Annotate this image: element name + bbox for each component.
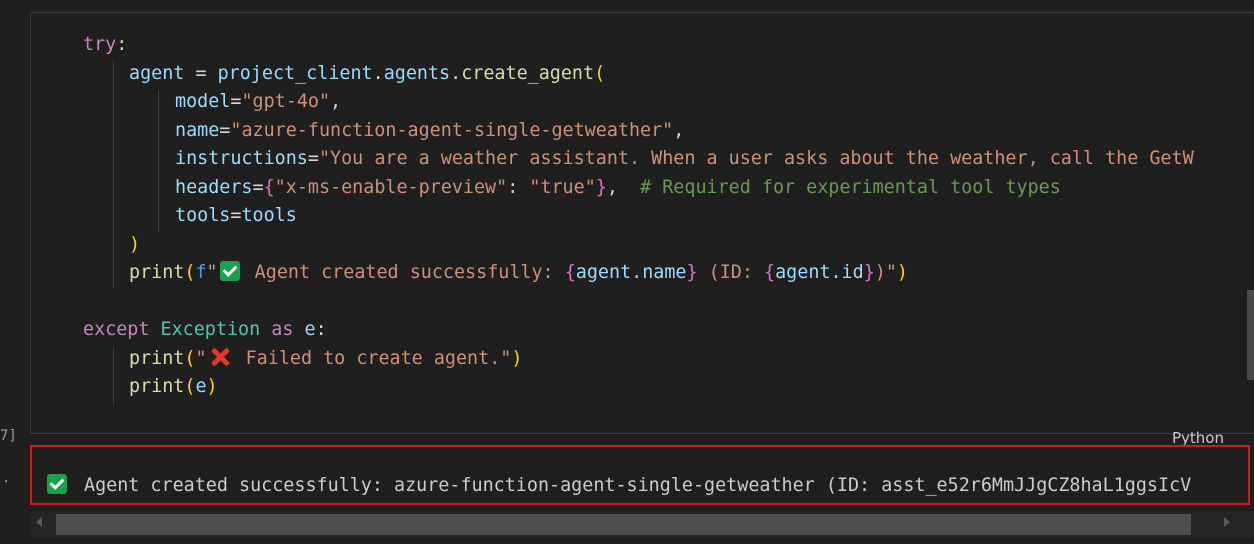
string-literal: "azure-function-agent-single-getweather" (230, 120, 674, 141)
string-literal: "true" (529, 177, 596, 198)
check-mark-icon (219, 261, 240, 281)
bracket: { (263, 177, 275, 198)
variable-name: tools (241, 205, 297, 226)
code-line-2: agent = project_client.agents.create_age… (129, 60, 605, 88)
output-text: Agent created successfully: azure-functi… (84, 475, 1192, 496)
attribute-name: agents (383, 63, 451, 84)
colon: : (116, 34, 128, 55)
code-line-1: try: (83, 31, 127, 59)
code-line-12: print(e) (129, 373, 218, 401)
bracket: ( (594, 63, 606, 84)
string-literal: )" (874, 262, 897, 283)
variable-name: e (195, 376, 207, 397)
param-name: headers (175, 177, 253, 198)
bracket: ( (184, 348, 196, 369)
notebook-cell: try: agent = project_client.agents.creat… (0, 0, 1254, 544)
bracket: ) (206, 376, 218, 397)
bracket: ) (129, 234, 141, 255)
bracket: ) (896, 262, 908, 283)
expression: agent.name (575, 262, 687, 283)
string-literal: Failed to create agent." (234, 348, 512, 369)
bracket: ( (184, 262, 196, 283)
param-name: model (175, 91, 231, 112)
keyword-except: except (83, 319, 150, 340)
execution-count: 7] (0, 428, 17, 444)
string-literal: " (206, 262, 218, 283)
bracket: } (863, 262, 875, 283)
function-name: print (129, 262, 185, 283)
indent-guide (158, 90, 159, 232)
cell-output: Agent created successfully: azure-functi… (30, 445, 1250, 505)
operator: = (184, 63, 218, 84)
dot: . (372, 63, 384, 84)
colon: : (507, 177, 530, 198)
colon: : (315, 319, 327, 340)
param-name: name (175, 120, 220, 141)
code-line-3: model="gpt-4o", (175, 88, 341, 116)
comma: , (673, 120, 685, 141)
bracket: } (595, 177, 607, 198)
comma: , (330, 91, 342, 112)
string-literal: "x-ms-enable-preview" (274, 177, 508, 198)
function-name: print (129, 348, 185, 369)
object-name: project_client (217, 63, 373, 84)
function-name: create_agent (461, 63, 595, 84)
cross-mark-icon (209, 346, 231, 368)
fstring-prefix: f (195, 262, 207, 283)
operator: = (219, 120, 231, 141)
indent-guide (113, 347, 114, 405)
keyword-as: as (271, 319, 294, 340)
function-name: print (129, 376, 185, 397)
indent-guide (113, 61, 114, 289)
code-line-10: except Exception as e: (83, 316, 327, 344)
code-comment: # Required for experimental tool types (640, 177, 1061, 198)
string-literal: "You are a weather assistant. When a use… (318, 148, 1194, 169)
code-line-4: name="azure-function-agent-single-getwea… (175, 117, 684, 145)
string-literal: Agent created successfully: (243, 262, 565, 283)
bracket: ) (511, 348, 523, 369)
output-marker[interactable]: · (2, 474, 10, 490)
string-literal: (ID: (697, 262, 765, 283)
horizontal-scroll-thumb[interactable] (56, 514, 1191, 535)
code-line-6: headers={"x-ms-enable-preview": "true"},… (175, 174, 1061, 202)
operator: = (252, 177, 264, 198)
bracket: } (686, 262, 698, 283)
bracket: { (564, 262, 576, 283)
string-literal: "gpt-4o" (241, 91, 331, 112)
code-line-9: print(f" Agent created successfully: {ag… (129, 259, 908, 287)
scroll-left-arrow-icon[interactable] (36, 517, 42, 527)
check-mark-icon (47, 474, 67, 494)
operator: = (307, 148, 319, 169)
comma: , (606, 177, 641, 198)
dot: . (450, 63, 462, 84)
keyword-try: try (83, 34, 117, 55)
operator: = (230, 91, 242, 112)
class-name: Exception (160, 319, 261, 340)
expression: agent.id (775, 262, 864, 283)
scroll-right-arrow-icon[interactable] (1224, 517, 1230, 527)
bracket: ( (184, 376, 196, 397)
code-line-11: print(" Failed to create agent.") (129, 345, 522, 373)
bracket: { (764, 262, 776, 283)
code-editor[interactable]: try: agent = project_client.agents.creat… (30, 12, 1254, 434)
variable-name: e (304, 319, 316, 340)
vertical-scroll-thumb[interactable] (1247, 290, 1254, 380)
code-line-7: tools=tools (175, 202, 297, 230)
operator: = (230, 205, 242, 226)
variable-agent: agent (129, 63, 185, 84)
code-line-5: instructions="You are a weather assistan… (175, 145, 1194, 173)
code-line-8: ) (129, 231, 140, 259)
string-literal: " (195, 348, 207, 369)
param-name: instructions (175, 148, 308, 169)
param-name: tools (175, 205, 231, 226)
